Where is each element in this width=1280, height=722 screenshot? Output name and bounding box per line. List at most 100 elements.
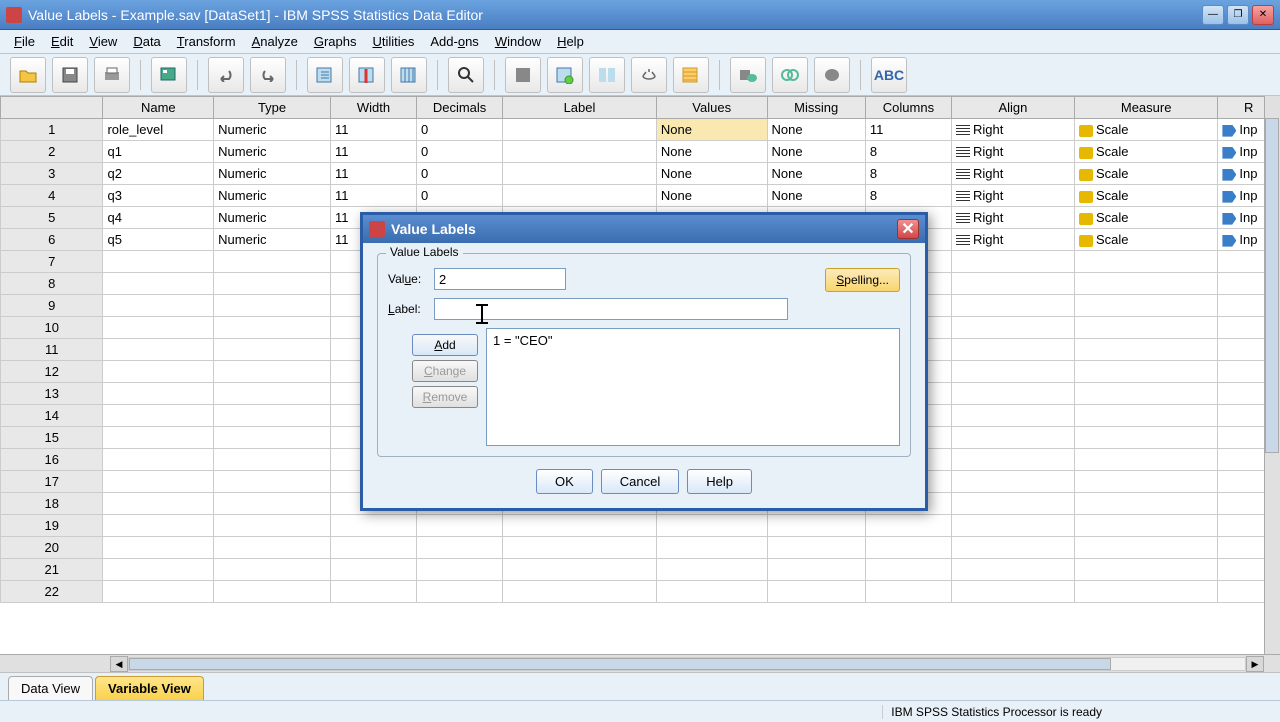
menu-help[interactable]: Help: [549, 32, 592, 51]
close-button[interactable]: ✕: [1252, 5, 1274, 25]
table-row[interactable]: 1 role_level Numeric 11 0 None None 11 R…: [1, 119, 1280, 141]
row-number[interactable]: 12: [1, 361, 103, 383]
print-icon[interactable]: [94, 57, 130, 93]
cell-decimals[interactable]: 0: [417, 141, 503, 163]
cell-name[interactable]: role_level: [103, 119, 214, 141]
cell-measure[interactable]: Scale: [1074, 141, 1217, 163]
cell-align[interactable]: Right: [951, 119, 1074, 141]
menu-utilities[interactable]: Utilities: [364, 32, 422, 51]
menu-file[interactable]: File: [6, 32, 43, 51]
label-input[interactable]: [434, 298, 788, 320]
cell-name[interactable]: q2: [103, 163, 214, 185]
col-values[interactable]: Values: [656, 97, 767, 119]
col-missing[interactable]: Missing: [767, 97, 865, 119]
menu-window[interactable]: Window: [487, 32, 549, 51]
table-row[interactable]: 22: [1, 581, 1280, 603]
cell-width[interactable]: 11: [330, 163, 416, 185]
tab-variable-view[interactable]: Variable View: [95, 676, 204, 700]
col-label[interactable]: Label: [503, 97, 657, 119]
cell-missing[interactable]: None: [767, 163, 865, 185]
cell-label[interactable]: [503, 119, 657, 141]
cell-missing[interactable]: None: [767, 141, 865, 163]
cell-measure[interactable]: Scale: [1074, 229, 1217, 251]
row-number[interactable]: 10: [1, 317, 103, 339]
col-columns[interactable]: Columns: [865, 97, 951, 119]
recall-dialog-icon[interactable]: [151, 57, 187, 93]
save-icon[interactable]: [52, 57, 88, 93]
cell-values[interactable]: None: [656, 119, 767, 141]
menu-edit[interactable]: Edit: [43, 32, 81, 51]
row-number[interactable]: 22: [1, 581, 103, 603]
remove-button[interactable]: Remove: [412, 386, 478, 408]
cell-name[interactable]: q3: [103, 185, 214, 207]
cell-measure[interactable]: Scale: [1074, 207, 1217, 229]
menu-data[interactable]: Data: [125, 32, 168, 51]
menu-graphs[interactable]: Graphs: [306, 32, 365, 51]
cell-decimals[interactable]: 0: [417, 185, 503, 207]
cell-type[interactable]: Numeric: [214, 163, 331, 185]
customize-icon[interactable]: [814, 57, 850, 93]
cell-align[interactable]: Right: [951, 207, 1074, 229]
cell-measure[interactable]: Scale: [1074, 119, 1217, 141]
row-number[interactable]: 5: [1, 207, 103, 229]
row-number[interactable]: 17: [1, 471, 103, 493]
scroll-left-button[interactable]: ◀: [110, 656, 128, 672]
menu-transform[interactable]: Transform: [169, 32, 244, 51]
cell-name[interactable]: q5: [103, 229, 214, 251]
menu-view[interactable]: View: [81, 32, 125, 51]
menu-analyze[interactable]: Analyze: [244, 32, 306, 51]
col-align[interactable]: Align: [951, 97, 1074, 119]
select-cases-icon[interactable]: [673, 57, 709, 93]
row-number[interactable]: 18: [1, 493, 103, 515]
cell-type[interactable]: Numeric: [214, 141, 331, 163]
row-number[interactable]: 1: [1, 119, 103, 141]
change-button[interactable]: Change: [412, 360, 478, 382]
weight-cases-icon[interactable]: [631, 57, 667, 93]
table-row[interactable]: 3 q2 Numeric 11 0 None None 8 Right Scal…: [1, 163, 1280, 185]
row-number[interactable]: 13: [1, 383, 103, 405]
row-number[interactable]: 20: [1, 537, 103, 559]
find-icon[interactable]: [448, 57, 484, 93]
col-type[interactable]: Type: [214, 97, 331, 119]
row-number[interactable]: 14: [1, 405, 103, 427]
cell-values[interactable]: None: [656, 141, 767, 163]
row-number[interactable]: 15: [1, 427, 103, 449]
spellcheck-icon[interactable]: ABC: [871, 57, 907, 93]
cell-type[interactable]: Numeric: [214, 229, 331, 251]
cell-align[interactable]: Right: [951, 163, 1074, 185]
row-number[interactable]: 16: [1, 449, 103, 471]
col-name[interactable]: Name: [103, 97, 214, 119]
spelling-button[interactable]: Spelling...: [825, 268, 900, 292]
cell-type[interactable]: Numeric: [214, 207, 331, 229]
list-item[interactable]: 1 = "CEO": [493, 333, 893, 348]
ok-button[interactable]: OK: [536, 469, 593, 494]
cell-label[interactable]: [503, 185, 657, 207]
row-number[interactable]: 3: [1, 163, 103, 185]
cell-values[interactable]: None: [656, 185, 767, 207]
hscroll-thumb[interactable]: [129, 658, 1111, 670]
cell-label[interactable]: [503, 163, 657, 185]
col-measure[interactable]: Measure: [1074, 97, 1217, 119]
col-width[interactable]: Width: [330, 97, 416, 119]
cell-width[interactable]: 11: [330, 119, 416, 141]
table-row[interactable]: 21: [1, 559, 1280, 581]
add-button[interactable]: Add: [412, 334, 478, 356]
cell-columns[interactable]: 8: [865, 185, 951, 207]
row-number[interactable]: 6: [1, 229, 103, 251]
row-number[interactable]: 7: [1, 251, 103, 273]
cell-missing[interactable]: None: [767, 185, 865, 207]
cell-label[interactable]: [503, 141, 657, 163]
cell-align[interactable]: Right: [951, 229, 1074, 251]
menu-addons[interactable]: Add-ons: [422, 32, 486, 51]
cell-columns[interactable]: 11: [865, 119, 951, 141]
col-decimals[interactable]: Decimals: [417, 97, 503, 119]
table-row[interactable]: 20: [1, 537, 1280, 559]
scroll-right-button[interactable]: ▶: [1246, 656, 1264, 672]
vertical-scrollbar[interactable]: [1264, 96, 1280, 654]
minimize-button[interactable]: —: [1202, 5, 1224, 25]
insert-variable-icon[interactable]: [547, 57, 583, 93]
cell-align[interactable]: Right: [951, 141, 1074, 163]
cell-measure[interactable]: Scale: [1074, 185, 1217, 207]
row-number[interactable]: 11: [1, 339, 103, 361]
value-labels-listbox[interactable]: 1 = "CEO": [486, 328, 900, 446]
